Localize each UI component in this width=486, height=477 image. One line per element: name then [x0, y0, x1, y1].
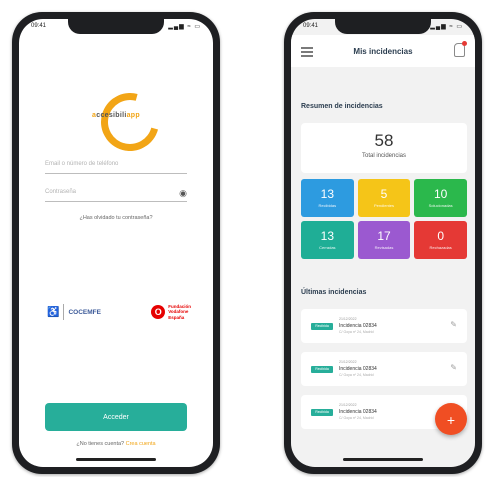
incidents-screen: 09:41 ▂▄▆ ≈ ▭ Mis incidencias Resumen de…	[291, 19, 475, 467]
incident-list-item[interactable]: Recibida 21/12/2022 Incidencia 02834 C/ …	[301, 352, 467, 386]
status-badge: Recibida	[311, 409, 333, 416]
incident-address: C/ Goya nº 24, Madrid	[339, 416, 374, 420]
accessibility-icon: ♿	[47, 306, 60, 318]
tile-count: 13	[320, 229, 334, 243]
email-placeholder: Email o número de teléfono	[45, 161, 119, 167]
page-title: Mis incidencias	[353, 47, 413, 56]
phone-notch	[68, 19, 164, 34]
vodafone-label-line3: España	[168, 314, 185, 320]
vodafone-label-line2: Vodafone	[168, 309, 189, 315]
cocemfe-logo: ♿ COCEMFE	[47, 304, 101, 320]
notification-dot	[462, 41, 467, 46]
total-incidents-label: Total incidencias	[361, 153, 407, 159]
tile-label: Cerradas	[319, 245, 336, 250]
no-account-text: ¿No tienes cuenta?	[76, 441, 125, 447]
tile-label: Recibidas	[318, 203, 337, 208]
app-header: Mis incidencias	[291, 35, 475, 67]
status-badge: Recibida	[311, 366, 333, 373]
login-screen: 09:41 ▂▄▆ ≈ ▭ accesibiliapp Email o núme…	[19, 19, 213, 467]
status-tile[interactable]: 13 Cerradas	[301, 221, 354, 259]
logo-arc-icon	[90, 82, 170, 162]
incident-date: 21/12/2022	[339, 317, 357, 321]
status-time: 09:41	[31, 23, 47, 29]
tile-label: Rechazadas	[429, 245, 452, 250]
partners-row: ♿ COCEMFE O Fundación Vodafone España	[47, 297, 191, 327]
status-tile[interactable]: 0 Rechazadas	[414, 221, 467, 259]
app-logo: accesibiliapp	[19, 82, 213, 162]
status-badge: Recibida	[311, 323, 333, 330]
vodafone-foundation-logo: O Fundación Vodafone España	[151, 304, 191, 321]
incident-name: Incidencia 02834	[339, 409, 377, 415]
edit-pencil-icon[interactable]: ✎	[450, 320, 457, 329]
total-incidents-card: 58 Total incidencias	[301, 123, 467, 173]
access-button[interactable]: Acceder	[45, 403, 187, 431]
status-tile[interactable]: 10 Solucionadas	[414, 179, 467, 217]
home-indicator	[76, 458, 156, 461]
edit-pencil-icon[interactable]: ✎	[450, 363, 457, 372]
add-incident-button[interactable]: +	[435, 403, 467, 435]
home-indicator	[343, 458, 423, 461]
tile-count: 13	[320, 187, 334, 201]
incident-list-item[interactable]: Recibida 21/12/2022 Incidencia 02834 C/ …	[301, 309, 467, 343]
tile-count: 17	[377, 229, 391, 243]
status-tiles-grid: 13 Recibidas 5 Pendientes 10 Solucionada…	[301, 179, 467, 259]
incident-address: C/ Goya nº 24, Madrid	[339, 373, 374, 377]
divider	[63, 304, 65, 320]
incidents-phone-frame: 09:41 ▂▄▆ ≈ ▭ Mis incidencias Resumen de…	[284, 12, 482, 474]
login-phone-frame: 09:41 ▂▄▆ ≈ ▭ accesibiliapp Email o núme…	[12, 12, 220, 474]
incident-name: Incidencia 02834	[339, 323, 377, 329]
password-field[interactable]: Contraseña ◉	[45, 185, 187, 202]
create-account-link[interactable]: Crea cuenta	[126, 441, 156, 447]
cocemfe-label: COCEMFE	[68, 308, 101, 316]
logo-wordmark: accesibiliapp	[92, 112, 140, 119]
incident-date: 21/12/2022	[339, 360, 357, 364]
tile-label: Revisadas	[374, 245, 394, 250]
status-icons: ▂▄▆ ≈ ▭	[430, 24, 463, 30]
tile-label: Pendientes	[373, 203, 394, 208]
notification-bell-icon[interactable]	[454, 41, 467, 57]
incident-address: C/ Goya nº 24, Madrid	[339, 330, 374, 334]
summary-heading: Resumen de incidencias	[301, 103, 383, 110]
status-icons: ▂▄▆ ≈ ▭	[168, 24, 201, 30]
incident-name: Incidencia 02834	[339, 366, 377, 372]
eye-icon[interactable]: ◉	[179, 186, 187, 200]
tile-label: Solucionadas	[428, 203, 453, 208]
status-tile[interactable]: 17 Revisadas	[357, 221, 411, 259]
total-incidents-value: 58	[374, 131, 394, 150]
recent-heading: Últimas incidencias	[301, 289, 367, 296]
phone-notch	[335, 19, 431, 34]
status-tile[interactable]: 5 Pendientes	[357, 179, 411, 217]
tile-count: 5	[380, 187, 388, 201]
status-time: 09:41	[303, 23, 319, 29]
tile-count: 10	[433, 187, 448, 201]
tile-count: 0	[437, 229, 444, 243]
incident-date: 21/12/2022	[339, 403, 357, 407]
password-placeholder: Contraseña	[45, 189, 77, 195]
vodafone-icon: O	[151, 305, 166, 319]
email-field[interactable]: Email o número de teléfono	[45, 157, 187, 174]
forgot-password-link[interactable]: ¿Has olvidado tu contraseña?	[19, 215, 213, 221]
status-tile[interactable]: 13 Recibidas	[301, 179, 354, 217]
register-prompt: ¿No tienes cuenta? Crea cuenta	[19, 441, 213, 447]
